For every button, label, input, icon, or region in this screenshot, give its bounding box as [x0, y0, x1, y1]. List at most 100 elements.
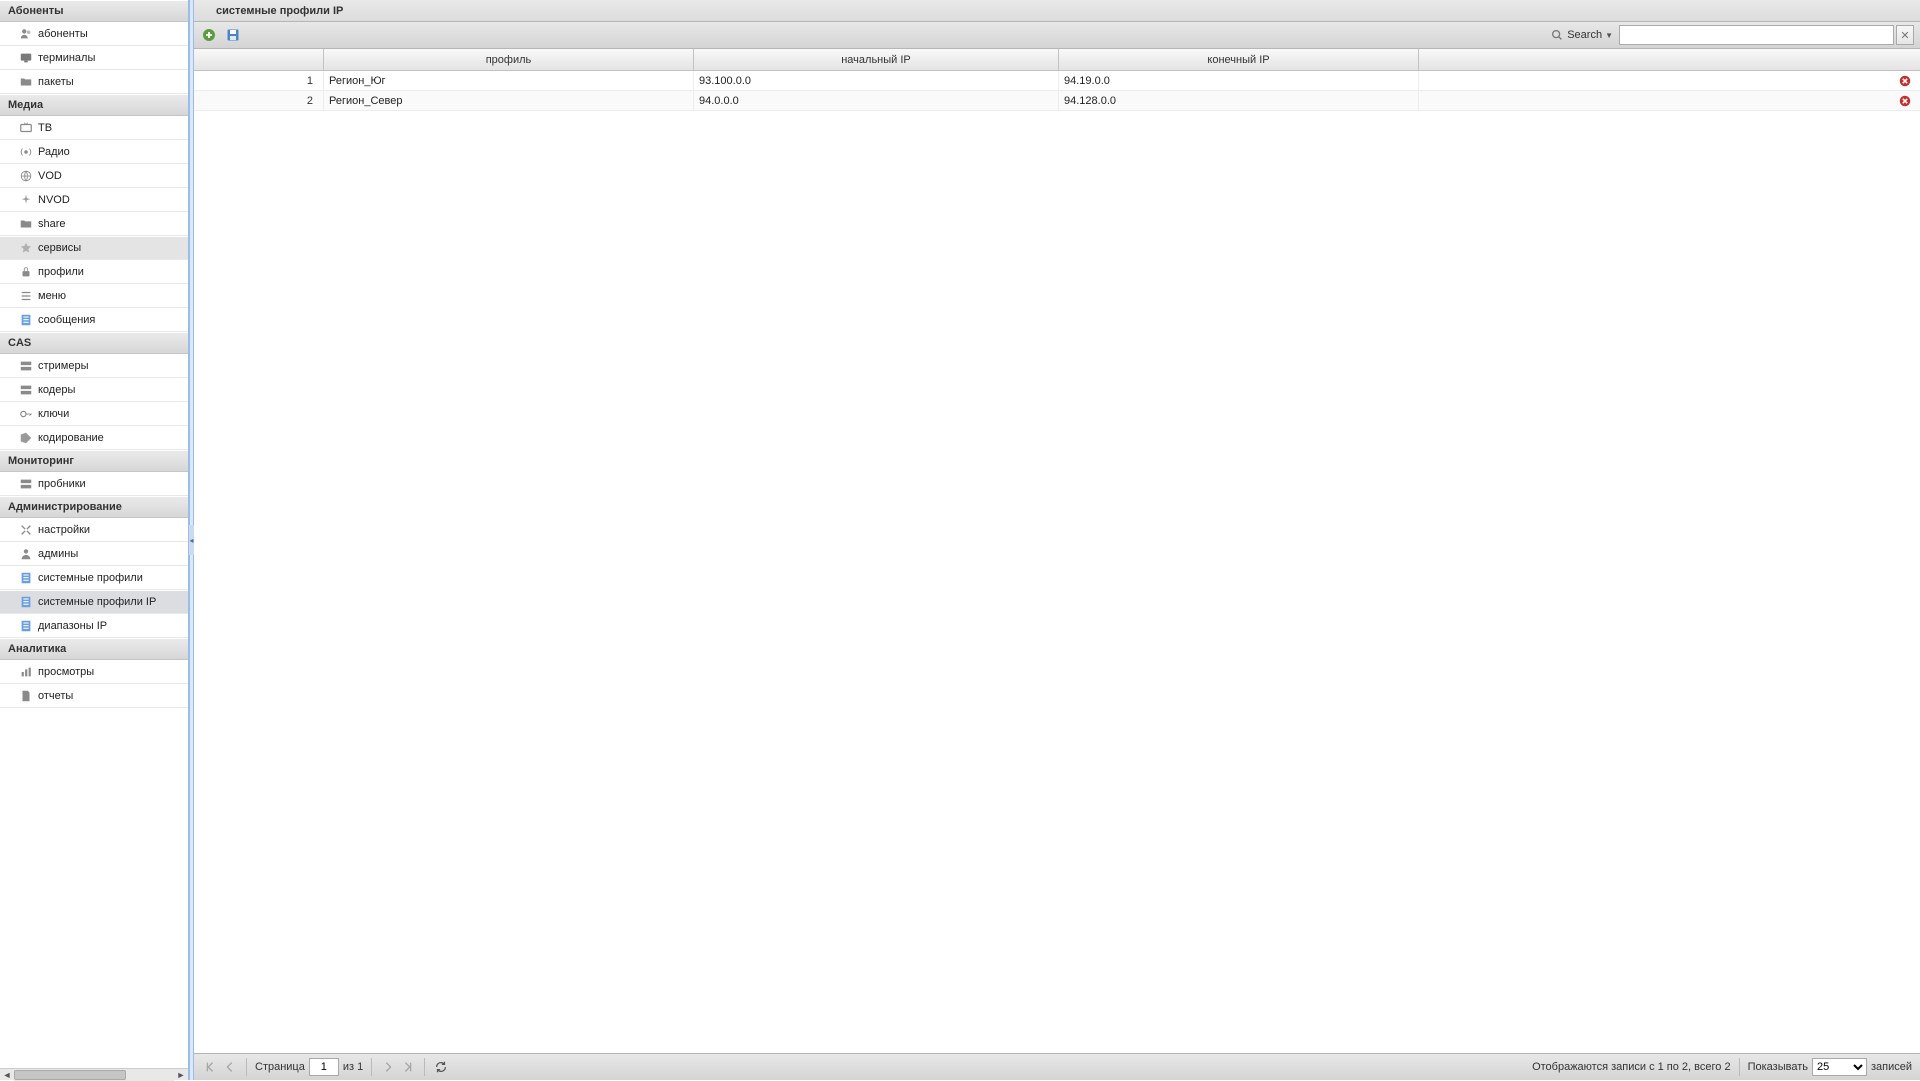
- sidebar-item-label: просмотры: [38, 666, 94, 678]
- next-page-button[interactable]: [380, 1059, 396, 1075]
- lock-icon: [18, 264, 34, 280]
- sidebar-item[interactable]: кодеры: [0, 378, 188, 402]
- sidebar-group-header[interactable]: Медиа: [0, 94, 188, 116]
- sidebar-item[interactable]: админы: [0, 542, 188, 566]
- sidebar-group-header[interactable]: Абоненты: [0, 0, 188, 22]
- sidebar-item-label: настройки: [38, 524, 90, 536]
- collapse-sidebar-icon[interactable]: ◂: [189, 525, 194, 555]
- show-label: Показывать: [1748, 1061, 1808, 1073]
- page-input[interactable]: [309, 1058, 339, 1076]
- grid-body: 1Регион_Юг93.100.0.094.19.0.02Регион_Сев…: [194, 71, 1920, 1053]
- table-row[interactable]: 1Регион_Юг93.100.0.094.19.0.0: [194, 71, 1920, 91]
- search-input[interactable]: [1619, 25, 1894, 45]
- sidebar-splitter[interactable]: ◂: [189, 0, 194, 1080]
- sidebar-item-label: стримеры: [38, 360, 89, 372]
- sidebar-item[interactable]: отчеты: [0, 684, 188, 708]
- sidebar-item[interactable]: системные профили IP: [0, 590, 188, 614]
- sidebar-item[interactable]: share: [0, 212, 188, 236]
- last-page-button[interactable]: [400, 1059, 416, 1075]
- sidebar-item[interactable]: абоненты: [0, 22, 188, 46]
- column-header-actions: [1419, 49, 1920, 70]
- server-icon: [18, 382, 34, 398]
- sidebar-group-header[interactable]: Мониторинг: [0, 450, 188, 472]
- chevron-down-icon: ▼: [1605, 31, 1613, 40]
- scroll-thumb[interactable]: [14, 1070, 126, 1080]
- sidebar-item[interactable]: ключи: [0, 402, 188, 426]
- sidebar-horizontal-scrollbar[interactable]: ◄ ►: [0, 1068, 188, 1080]
- column-header-profile[interactable]: профиль: [324, 49, 694, 70]
- sidebar-item-label: меню: [38, 290, 66, 302]
- sidebar-item[interactable]: диапазоны IP: [0, 614, 188, 638]
- add-button[interactable]: [200, 26, 218, 44]
- delete-row-button[interactable]: [1898, 74, 1912, 88]
- sidebar-item[interactable]: терминалы: [0, 46, 188, 70]
- search-icon: [1550, 28, 1564, 42]
- sidebar-item[interactable]: ТВ: [0, 116, 188, 140]
- sidebar-item-label: сервисы: [38, 242, 81, 254]
- sidebar-item-label: VOD: [38, 170, 62, 182]
- sidebar-item[interactable]: пробники: [0, 472, 188, 496]
- cell-ip-start[interactable]: 94.0.0.0: [694, 91, 1059, 110]
- sidebar-item-label: системные профили IP: [38, 596, 156, 608]
- column-header-number[interactable]: [194, 49, 324, 70]
- users-icon: [18, 26, 34, 42]
- sidebar-group-header[interactable]: Аналитика: [0, 638, 188, 660]
- sidebar-item[interactable]: профили: [0, 260, 188, 284]
- globe-icon: [18, 168, 34, 184]
- tag-icon: [18, 430, 34, 446]
- sidebar-item-label: профили: [38, 266, 84, 278]
- sidebar-item[interactable]: Радио: [0, 140, 188, 164]
- sidebar-item-label: админы: [38, 548, 78, 560]
- cell-ip-end[interactable]: 94.128.0.0: [1059, 91, 1419, 110]
- chart-icon: [18, 664, 34, 680]
- main-panel: системные профили IP Search ▼ ✕ профиль: [194, 0, 1920, 1080]
- page-title: системные профили IP: [216, 5, 343, 17]
- page-size-select[interactable]: 25: [1812, 1058, 1867, 1076]
- sparkle-icon: [18, 192, 34, 208]
- sidebar-item[interactable]: системные профили: [0, 566, 188, 590]
- search-clear-button[interactable]: ✕: [1896, 25, 1914, 45]
- sidebar-group-header[interactable]: CAS: [0, 332, 188, 354]
- save-button[interactable]: [224, 26, 242, 44]
- sidebar-item[interactable]: стримеры: [0, 354, 188, 378]
- sidebar-item-label: сообщения: [38, 314, 95, 326]
- first-page-button[interactable]: [202, 1059, 218, 1075]
- sidebar-item[interactable]: пакеты: [0, 70, 188, 94]
- prev-page-button[interactable]: [222, 1059, 238, 1075]
- sidebar-item[interactable]: сервисы: [0, 236, 188, 260]
- table-row[interactable]: 2Регион_Север94.0.0.094.128.0.0: [194, 91, 1920, 111]
- folder-icon: [18, 74, 34, 90]
- sidebar: АбонентыабонентытерминалыпакетыМедиаТВРа…: [0, 0, 189, 1080]
- sidebar-item[interactable]: кодирование: [0, 426, 188, 450]
- sidebar-item[interactable]: просмотры: [0, 660, 188, 684]
- refresh-button[interactable]: [433, 1059, 449, 1075]
- scroll-right-icon[interactable]: ►: [174, 1069, 188, 1081]
- form-icon: [18, 618, 34, 634]
- search-dropdown[interactable]: Search ▼: [1546, 26, 1617, 44]
- scroll-left-icon[interactable]: ◄: [0, 1069, 14, 1081]
- column-header-ip-start[interactable]: начальный IP: [694, 49, 1059, 70]
- doc-icon: [18, 688, 34, 704]
- form-icon: [18, 570, 34, 586]
- sidebar-item[interactable]: настройки: [0, 518, 188, 542]
- radio-icon: [18, 144, 34, 160]
- sidebar-item[interactable]: сообщения: [0, 308, 188, 332]
- cell-profile[interactable]: Регион_Север: [324, 91, 694, 110]
- column-header-ip-end[interactable]: конечный IP: [1059, 49, 1419, 70]
- sidebar-item[interactable]: меню: [0, 284, 188, 308]
- sidebar-item[interactable]: NVOD: [0, 188, 188, 212]
- sidebar-group-header[interactable]: Администрирование: [0, 496, 188, 518]
- toolbar: Search ▼ ✕: [194, 22, 1920, 49]
- user-icon: [18, 546, 34, 562]
- cell-row-number: 1: [194, 71, 324, 90]
- key-icon: [18, 406, 34, 422]
- cell-ip-start[interactable]: 93.100.0.0: [694, 71, 1059, 90]
- sidebar-item-label: системные профили: [38, 572, 143, 584]
- sidebar-item[interactable]: VOD: [0, 164, 188, 188]
- scroll-track[interactable]: [14, 1069, 174, 1081]
- cell-profile[interactable]: Регион_Юг: [324, 71, 694, 90]
- delete-row-button[interactable]: [1898, 94, 1912, 108]
- sidebar-item-label: share: [38, 218, 66, 230]
- grid-header: профиль начальный IP конечный IP: [194, 49, 1920, 71]
- cell-ip-end[interactable]: 94.19.0.0: [1059, 71, 1419, 90]
